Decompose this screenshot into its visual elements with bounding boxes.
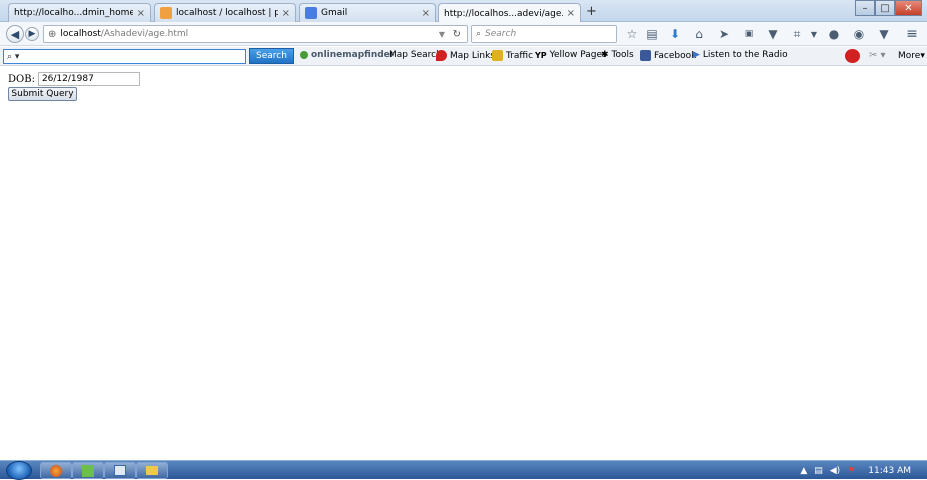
play-icon: ▶ [693,50,700,60]
ask-icon[interactable] [845,49,860,63]
url-path: /Ashadevi/age.html [100,29,189,39]
bookmark-label: Yellow Pages [549,50,607,60]
minimize-button[interactable]: – [855,0,875,16]
bookmark-label: Listen to the Radio [702,50,788,60]
reload-icon[interactable]: ↻ [453,29,461,40]
app-icon [82,464,94,477]
wrench-icon[interactable]: ✂ ▾ [869,50,886,61]
clock[interactable]: 11:43 AM [868,466,911,476]
magnifier-icon: ⌕ ▾ [7,51,20,62]
circle-addon-icon[interactable]: ● [826,26,842,42]
youtube-icon[interactable]: ▣ [741,26,757,42]
taskbar-app-green[interactable] [72,462,104,479]
folder-icon [146,466,158,475]
download-icon[interactable]: ⬇ [667,26,683,42]
page-content: DOB: Submit Query [0,66,927,460]
bookmarks-list-icon[interactable]: ▤ [644,26,660,42]
bookmark-tools[interactable]: ✱ Tools [601,50,634,60]
search-input[interactable]: ⌕ Search [471,25,617,43]
forward-button[interactable]: ▶ [25,27,39,41]
dob-row: DOB: [8,72,140,86]
dropdown-arrow-icon[interactable]: ▼ [439,30,445,39]
tab-close-icon[interactable]: × [422,8,430,19]
new-tab-button[interactable]: + [586,4,597,19]
network-icon[interactable]: ▤ [814,466,823,476]
maximize-button[interactable]: □ [875,0,895,16]
yp-icon: YP [535,50,547,60]
phpmyadmin-icon [160,7,172,19]
traffic-light-icon [492,50,503,61]
url-host: localhost [60,29,101,39]
dropdown-arrow-icon[interactable]: ▼ [806,26,822,42]
tab-title: http://localho...dmin_home.php [14,8,133,18]
brand-label: onlinemapfinder [311,50,395,60]
taskbar-app-window[interactable] [104,462,136,479]
show-hidden-icons[interactable]: ▲ [800,466,807,476]
bookmark-label: Map Search [389,50,442,60]
bookmark-star-icon[interactable]: ☆ [624,26,640,42]
bookmark-map-search[interactable]: Map Search [389,50,442,60]
bookmark-label: Traffic [506,50,534,61]
bookmark-traffic[interactable]: Traffic [492,50,533,61]
window-icon [114,465,126,476]
url-bar[interactable]: ⊕ localhost/Ashadevi/age.html ▼ ↻ [43,25,468,43]
toolbar-search-input[interactable]: ⌕ ▾ [3,49,246,64]
onlinemapfinder-logo[interactable]: onlinemapfinder [300,50,394,60]
more-label: More [898,51,921,61]
bookmark-label: Facebook [654,50,697,61]
menu-icon[interactable]: ≡ [904,26,920,42]
taskbar-explorer[interactable] [136,462,168,479]
search-icon: ⌕ [476,29,482,39]
close-window-button[interactable]: ✕ [895,0,922,16]
gear-icon: ✱ [601,50,609,60]
navigation-bar: ◀ ▶ ⊕ localhost/Ashadevi/age.html ▼ ↻ ⌕ … [0,22,927,46]
start-button[interactable] [6,461,32,480]
taskbar-firefox[interactable] [40,462,72,479]
submit-query-button[interactable]: Submit Query [8,87,77,101]
tab-age-html[interactable]: http://localhos...adevi/age.html × [438,3,581,23]
bookmark-yellow-pages[interactable]: YP Yellow Pages [535,50,607,60]
tab-admin-home[interactable]: http://localho...dmin_home.php × [8,3,151,22]
system-tray: ▲ ▤ ◀) ⚑ 11:43 AM [800,461,927,480]
action-center-icon[interactable]: ⚑ [847,466,855,476]
tab-gmail[interactable]: Gmail × [299,3,436,22]
dob-label: DOB: [8,73,35,85]
volume-icon[interactable]: ◀) [830,466,840,476]
tab-title: http://localhos...adevi/age.html [444,8,563,19]
crop-icon[interactable]: ⌗ [789,26,805,42]
taskbar: ▲ ▤ ◀) ⚑ 11:43 AM [0,460,927,480]
more-menu[interactable]: More▾ [898,51,925,61]
bookmark-radio[interactable]: ▶ Listen to the Radio [693,50,788,60]
search-placeholder: Search [485,29,517,39]
chat-icon[interactable]: ◉ [851,26,867,42]
home-icon[interactable]: ⌂ [691,26,707,42]
bookmark-facebook[interactable]: Facebook [640,50,696,61]
bookmark-label: Map Links [450,50,495,61]
dob-input[interactable] [37,72,140,86]
bookmark-map-links[interactable]: Map Links [436,50,495,61]
bookmark-label: Tools [611,50,634,60]
site-identity-icon: ⊕ [48,28,57,40]
bookmarks-bar: ⌕ ▾ Search onlinemapfinder Map Search Ma… [0,47,927,66]
tab-close-icon[interactable]: × [282,8,290,19]
firefox-icon [50,464,62,477]
map-pin-icon [436,50,447,61]
tab-title: Gmail [321,8,348,18]
pocket-icon[interactable]: ▼ [765,26,781,42]
facebook-icon [640,50,651,61]
toolbar-search-button[interactable]: Search [249,48,294,64]
save-icon[interactable]: ▼ [876,26,892,42]
tab-phpmyadmin[interactable]: localhost / localhost | php... × [154,3,296,22]
tab-close-icon[interactable]: × [137,8,145,19]
tab-title: localhost / localhost | php... [176,8,278,18]
tab-close-icon[interactable]: × [567,8,575,19]
google-icon [305,7,317,19]
back-button[interactable]: ◀ [6,25,24,43]
title-bar: http://localho...dmin_home.php × localho… [0,0,927,23]
send-icon[interactable]: ➤ [716,26,732,42]
onlinemapfinder-icon [300,51,308,59]
